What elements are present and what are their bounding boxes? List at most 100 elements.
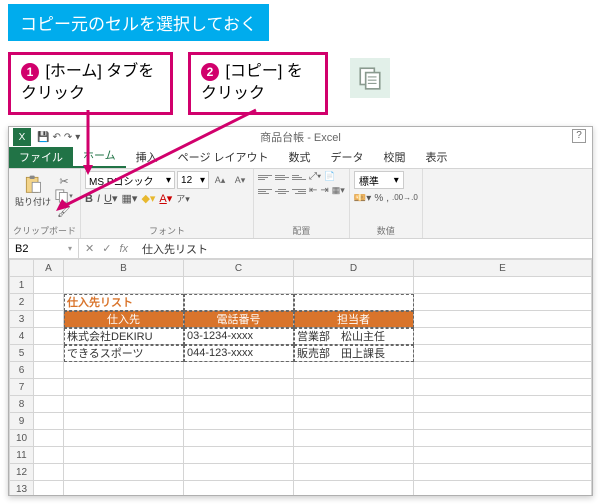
col-header-e[interactable]: E bbox=[414, 260, 592, 277]
app-icon: X bbox=[13, 128, 31, 146]
row-header[interactable]: 11 bbox=[10, 447, 34, 464]
bold-button[interactable]: B bbox=[85, 193, 93, 205]
chevron-down-icon: ▾ bbox=[166, 175, 171, 186]
increase-decimal-icon[interactable]: .00→.0 bbox=[392, 193, 418, 204]
formula-bar: B2▾ ✕ ✓ fx 仕入先リスト bbox=[9, 239, 592, 259]
help-icon[interactable]: ? bbox=[572, 129, 586, 143]
chevron-down-icon: ▾ bbox=[68, 244, 72, 253]
italic-button[interactable]: I bbox=[97, 193, 100, 205]
row-header[interactable]: 2 bbox=[10, 294, 34, 311]
col-header-b[interactable]: B bbox=[64, 260, 184, 277]
callout-step-2: 2 [コピー] を クリック bbox=[188, 52, 328, 115]
font-color-button[interactable]: A▾ bbox=[159, 192, 172, 205]
paste-button[interactable]: 貼り付け bbox=[13, 171, 53, 210]
cell-b3[interactable]: 仕入先 bbox=[64, 311, 184, 328]
cell-c5[interactable]: 044-123-xxxx bbox=[184, 345, 294, 362]
align-top-icon[interactable] bbox=[258, 171, 272, 183]
row-header[interactable]: 13 bbox=[10, 481, 34, 496]
cell-d4[interactable]: 営業部 松山主任 bbox=[294, 328, 414, 345]
tab-insert[interactable]: 挿入 bbox=[126, 146, 168, 168]
increase-indent-icon[interactable]: ⇥ bbox=[320, 185, 328, 197]
format-painter-button[interactable]: 🖌 bbox=[55, 204, 73, 218]
tab-data[interactable]: データ bbox=[321, 146, 374, 168]
font-name-select[interactable]: MS Pゴシック▾ bbox=[85, 171, 175, 189]
row-header[interactable]: 7 bbox=[10, 379, 34, 396]
col-header-d[interactable]: D bbox=[294, 260, 414, 277]
fill-color-button[interactable]: ◆▾ bbox=[141, 192, 155, 205]
worksheet-grid[interactable]: A B C D E 1 2 仕入先リスト 3 仕入先電話番号担当者 4 株式会社DEK… bbox=[9, 259, 592, 495]
qat-redo-icon[interactable]: ↷ bbox=[64, 132, 72, 143]
qat-save-icon[interactable]: 💾 bbox=[37, 132, 49, 143]
copy-button[interactable]: ▾ bbox=[55, 189, 73, 203]
name-box[interactable]: B2▾ bbox=[9, 239, 79, 258]
accounting-format-icon[interactable]: 💴▾ bbox=[354, 193, 371, 204]
step-number-2: 2 bbox=[201, 63, 219, 81]
qat-dropdown-icon[interactable]: ▾ bbox=[75, 132, 80, 143]
copy-icon-large bbox=[350, 58, 390, 98]
group-clipboard: 貼り付け ✂ ▾ 🖌 クリップボード bbox=[9, 169, 81, 238]
cut-button[interactable]: ✂ bbox=[55, 174, 73, 188]
row-header[interactable]: 12 bbox=[10, 464, 34, 481]
tab-file[interactable]: ファイル bbox=[9, 146, 73, 168]
chevron-down-icon: ▾ bbox=[200, 175, 205, 186]
cell-b2[interactable]: 仕入先リスト bbox=[64, 294, 184, 311]
row-header[interactable]: 10 bbox=[10, 430, 34, 447]
increase-font-icon[interactable]: A▴ bbox=[211, 173, 229, 187]
instruction-callout: コピー元のセルを選択しておく bbox=[8, 4, 269, 41]
border-button[interactable]: ▦▾ bbox=[122, 192, 138, 205]
cancel-formula-icon[interactable]: ✕ bbox=[85, 242, 94, 255]
tab-pagelayout[interactable]: ページ レイアウト bbox=[168, 146, 279, 168]
quick-access-toolbar: 💾 ↶ ↷ ▾ bbox=[37, 132, 80, 143]
select-all-corner[interactable] bbox=[10, 260, 34, 277]
percent-format-icon[interactable]: % bbox=[374, 193, 383, 204]
row-header[interactable]: 5 bbox=[10, 345, 34, 362]
group-number: 標準▾ 💴▾ % , .00→.0 数値 bbox=[350, 169, 423, 238]
align-right-icon[interactable] bbox=[292, 185, 306, 197]
row-header[interactable]: 3 bbox=[10, 311, 34, 328]
enter-formula-icon[interactable]: ✓ bbox=[102, 242, 111, 255]
cell-d5[interactable]: 販売部 田上課長 bbox=[294, 345, 414, 362]
group-font: MS Pゴシック▾ 12▾ A▴ A▾ B I U▾ ▦▾ ◆▾ A▾ ア▾ フ… bbox=[81, 169, 254, 238]
row-header[interactable]: 1 bbox=[10, 277, 34, 294]
window-title: 商品台帳 - Excel bbox=[260, 129, 341, 145]
tab-review[interactable]: 校閲 bbox=[374, 146, 416, 168]
decrease-indent-icon[interactable]: ⇤ bbox=[309, 185, 317, 197]
group-alignment: ⤢▾ 📄 ⇤ ⇥ ▦▾ 配置 bbox=[254, 169, 350, 238]
cell-c4[interactable]: 03-1234-xxxx bbox=[184, 328, 294, 345]
row-header[interactable]: 4 bbox=[10, 328, 34, 345]
tab-home[interactable]: ホーム bbox=[73, 144, 126, 168]
align-middle-icon[interactable] bbox=[275, 171, 289, 183]
col-header-c[interactable]: C bbox=[184, 260, 294, 277]
tab-view[interactable]: 表示 bbox=[416, 146, 458, 168]
excel-window: X 💾 ↶ ↷ ▾ 商品台帳 - Excel ? ファイル ホーム 挿入 ページ… bbox=[8, 126, 593, 496]
align-bottom-icon[interactable] bbox=[292, 171, 306, 183]
comma-format-icon[interactable]: , bbox=[386, 193, 389, 204]
row-header[interactable]: 9 bbox=[10, 413, 34, 430]
callout-step-1: 1 [ホーム] タブを クリック bbox=[8, 52, 173, 115]
align-center-icon[interactable] bbox=[275, 185, 289, 197]
font-size-select[interactable]: 12▾ bbox=[177, 171, 209, 189]
wrap-text-button[interactable]: 📄 bbox=[324, 171, 335, 183]
cell-b4[interactable]: 株式会社DEKIRU bbox=[64, 328, 184, 345]
tab-formulas[interactable]: 数式 bbox=[279, 146, 321, 168]
formula-text[interactable]: 仕入先リスト bbox=[142, 241, 208, 257]
underline-button[interactable]: U▾ bbox=[104, 192, 117, 205]
qat-undo-icon[interactable]: ↶ bbox=[52, 132, 60, 143]
number-format-select[interactable]: 標準▾ bbox=[354, 171, 404, 189]
col-header-a[interactable]: A bbox=[34, 260, 64, 277]
phonetic-button[interactable]: ア▾ bbox=[176, 192, 190, 205]
cell-c3[interactable]: 電話番号 bbox=[184, 311, 294, 328]
align-left-icon[interactable] bbox=[258, 185, 272, 197]
title-bar: X 💾 ↶ ↷ ▾ 商品台帳 - Excel ? bbox=[9, 127, 592, 147]
merge-button[interactable]: ▦▾ bbox=[332, 185, 345, 197]
cell-d3[interactable]: 担当者 bbox=[294, 311, 414, 328]
row-header[interactable]: 6 bbox=[10, 362, 34, 379]
fx-icon[interactable]: fx bbox=[119, 243, 128, 255]
row-header[interactable]: 8 bbox=[10, 396, 34, 413]
orientation-icon[interactable]: ⤢▾ bbox=[309, 171, 321, 183]
cell-b5[interactable]: できるスポーツ bbox=[64, 345, 184, 362]
ribbon: 貼り付け ✂ ▾ 🖌 クリップボード MS Pゴシック▾ 12▾ A▴ A▾ bbox=[9, 169, 592, 239]
ribbon-tabs: ファイル ホーム 挿入 ページ レイアウト 数式 データ 校閲 表示 bbox=[9, 147, 592, 169]
decrease-font-icon[interactable]: A▾ bbox=[231, 173, 249, 187]
chevron-down-icon: ▾ bbox=[394, 175, 399, 186]
